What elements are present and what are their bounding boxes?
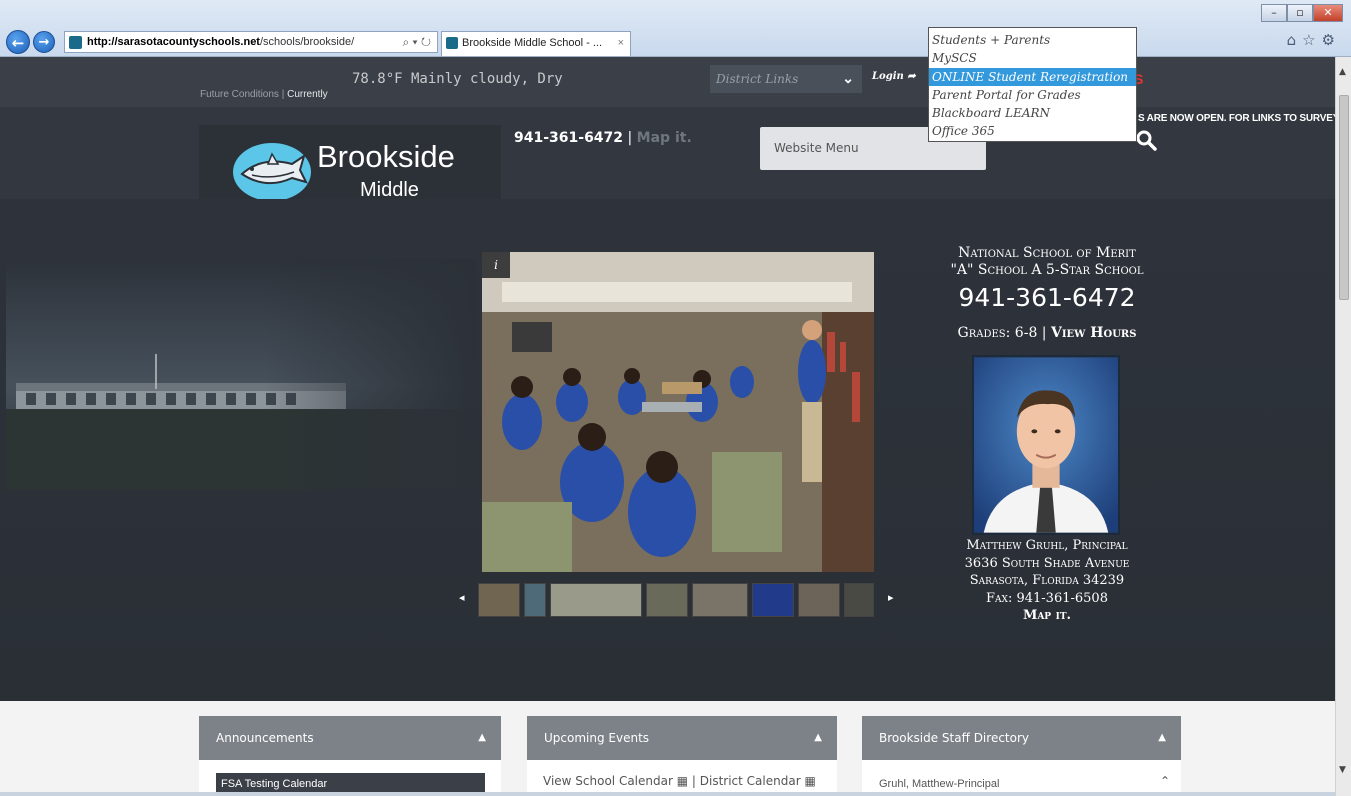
principal-name: Matthew Gruhl, Principal bbox=[966, 538, 1128, 553]
header-phone-separator: | bbox=[623, 130, 637, 146]
merit-text: National School of Merit bbox=[958, 245, 1136, 261]
header-map-link[interactable]: Map it. bbox=[637, 130, 692, 146]
announcements-title: Announcements bbox=[216, 731, 314, 745]
collapse-icon[interactable]: ▲ bbox=[478, 716, 486, 760]
classroom-photo bbox=[482, 252, 874, 572]
logo-school-name: Brookside bbox=[317, 139, 455, 174]
grades-line: Grades: 6-8 | View Hours bbox=[912, 325, 1182, 341]
browser-tab[interactable]: Brookside Middle School - ... × bbox=[441, 31, 631, 56]
url-path: /schools/brookside/ bbox=[259, 36, 355, 48]
principal-portrait bbox=[972, 355, 1120, 535]
url-domain: http://sarasotacountyschools.net bbox=[87, 36, 260, 48]
minimize-button[interactable]: – bbox=[1261, 4, 1287, 22]
calendar-icon: ▦ bbox=[804, 774, 816, 788]
bottom-panels: Announcements ▲ FSA Testing Calendar Upc… bbox=[0, 701, 1335, 796]
grades-separator: | bbox=[1037, 325, 1051, 341]
slideshow-thumbnail[interactable] bbox=[646, 583, 688, 617]
fish-mascot-icon bbox=[233, 143, 311, 201]
chevron-down-icon: ⌄ bbox=[842, 71, 854, 87]
scroll-up-arrow-icon[interactable]: ▲ bbox=[1339, 67, 1346, 77]
browser-chrome: ← → http://sarasotacountyschools.net/sch… bbox=[0, 0, 1351, 57]
weather-tab-current[interactable]: Currently bbox=[287, 89, 328, 100]
scroll-down-arrow-icon[interactable]: ▼ bbox=[1339, 765, 1346, 775]
district-links-select[interactable]: District Links ⌄ bbox=[710, 65, 862, 93]
calendar-icon: ▦ bbox=[676, 774, 689, 788]
weather-tab-separator: | bbox=[281, 89, 285, 100]
staff-item[interactable]: Gruhl, Matthew-Principal bbox=[879, 778, 999, 790]
page-scrollbar[interactable]: ▲ ▼ bbox=[1335, 57, 1351, 796]
header-phone-number[interactable]: 941-361-6472 bbox=[514, 130, 623, 146]
login-link[interactable]: Login ➦ bbox=[872, 71, 916, 82]
staff-directory-panel: Brookside Staff Directory ▲ Gruhl, Matth… bbox=[862, 716, 1181, 796]
weather-tabs: Future Conditions | Currently bbox=[200, 89, 328, 100]
fax-number: Fax: 941-361-6508 bbox=[986, 590, 1108, 606]
rating-text: "A" School A 5-Star School bbox=[950, 262, 1144, 278]
weather-tab-future[interactable]: Future Conditions bbox=[200, 89, 279, 100]
district-links-label: District Links bbox=[716, 72, 799, 86]
announcements-panel: Announcements ▲ FSA Testing Calendar bbox=[199, 716, 501, 796]
dropdown-item-online-reregistration[interactable]: ONLINE Student Reregistration bbox=[929, 67, 1136, 86]
slideshow-thumbnail[interactable] bbox=[550, 583, 642, 617]
slideshow-thumbnail[interactable] bbox=[752, 583, 794, 617]
dropdown-item-students-parents[interactable]: Students + Parents bbox=[929, 31, 1136, 49]
slideshow-next-arrow-icon[interactable]: ▸ bbox=[888, 591, 894, 604]
tab-close-icon[interactable]: × bbox=[618, 32, 624, 54]
staff-title: Brookside Staff Directory bbox=[879, 731, 1029, 745]
grades-label: Grades: 6-8 bbox=[957, 325, 1038, 341]
browser-status-bar bbox=[0, 792, 1335, 796]
dropdown-item-office365[interactable]: Office 365 bbox=[929, 122, 1136, 140]
search-icon[interactable] bbox=[1135, 129, 1157, 151]
events-header[interactable]: Upcoming Events ▲ bbox=[527, 716, 837, 760]
slideshow-thumbnail[interactable] bbox=[844, 583, 874, 617]
announcements-header[interactable]: Announcements ▲ bbox=[199, 716, 501, 760]
map-it-link[interactable]: Map it. bbox=[912, 607, 1182, 625]
site-favicon-icon bbox=[69, 36, 82, 49]
street-address: 3636 South Shade Avenue bbox=[964, 555, 1130, 571]
scroll-thumb[interactable] bbox=[1339, 95, 1349, 300]
weather-summary: 78.8°F Mainly cloudy, Dry bbox=[352, 71, 563, 87]
address-bar[interactable]: http://sarasotacountyschools.net/schools… bbox=[64, 31, 438, 53]
slideshow-thumbnails bbox=[478, 583, 882, 619]
school-building-photo bbox=[6, 259, 476, 489]
back-button[interactable]: ← bbox=[6, 30, 30, 54]
slideshow-thumbnail[interactable] bbox=[478, 583, 520, 617]
district-calendar-link[interactable]: District Calendar bbox=[700, 774, 801, 788]
city-state-zip: Sarasota, Florida 34239 bbox=[969, 573, 1125, 588]
school-address: Matthew Gruhl, Principal 3636 South Shad… bbox=[912, 537, 1182, 625]
events-title: Upcoming Events bbox=[544, 731, 650, 745]
forward-button[interactable]: → bbox=[33, 31, 55, 53]
list-scroll-up-icon[interactable]: ⌃ bbox=[1160, 774, 1170, 788]
header-phone: 941-361-6472 | Map it. bbox=[514, 130, 692, 146]
tab-favicon-icon bbox=[446, 37, 458, 49]
close-window-button[interactable]: ✕ bbox=[1313, 4, 1343, 22]
calendar-separator: | bbox=[688, 774, 700, 788]
tab-title: Brookside Middle School - ... bbox=[462, 37, 603, 49]
dropdown-item-blackboard[interactable]: Blackboard LEARN bbox=[929, 104, 1136, 122]
slideshow-thumbnail[interactable] bbox=[798, 583, 840, 617]
slideshow-prev-arrow-icon[interactable]: ◂ bbox=[459, 591, 465, 604]
address-controls-icon[interactable]: ⌕ ▾ ↻ bbox=[402, 32, 431, 52]
calendar-links: View School Calendar ▦ | District Calend… bbox=[543, 774, 816, 788]
slide-info-icon[interactable]: i bbox=[482, 252, 510, 278]
school-calendar-link[interactable]: View School Calendar bbox=[543, 774, 673, 788]
school-info-panel: National School of Merit "A" School A 5-… bbox=[912, 245, 1182, 623]
collapse-icon[interactable]: ▲ bbox=[1158, 716, 1166, 760]
slideshow-thumbnail[interactable] bbox=[692, 583, 748, 617]
dropdown-item-myscs[interactable]: MySCS bbox=[929, 49, 1136, 67]
district-links-dropdown: Students + Parents MySCS ONLINE Student … bbox=[928, 27, 1137, 142]
collapse-icon[interactable]: ▲ bbox=[814, 716, 822, 760]
info-phone[interactable]: 941-361-6472 bbox=[912, 281, 1182, 315]
slideshow-image[interactable]: i bbox=[482, 252, 874, 572]
hero-section: i ◂ ▸ National School of Merit "A" Schoo… bbox=[0, 199, 1335, 701]
toolbar-icons[interactable]: ⌂☆⚙ bbox=[1287, 31, 1341, 49]
view-hours-link[interactable]: View Hours bbox=[1051, 325, 1136, 341]
news-ticker[interactable]: S ARE NOW OPEN. FOR LINKS TO SURVEYS C bbox=[1138, 113, 1335, 124]
upcoming-events-panel: Upcoming Events ▲ View School Calendar ▦… bbox=[527, 716, 837, 796]
staff-header[interactable]: Brookside Staff Directory ▲ bbox=[862, 716, 1181, 760]
dropdown-item-parent-portal[interactable]: Parent Portal for Grades bbox=[929, 86, 1136, 104]
maximize-button[interactable]: ▫ bbox=[1287, 4, 1313, 22]
slideshow-thumbnail[interactable] bbox=[524, 583, 546, 617]
window-controls: – ▫ ✕ bbox=[1261, 4, 1343, 22]
